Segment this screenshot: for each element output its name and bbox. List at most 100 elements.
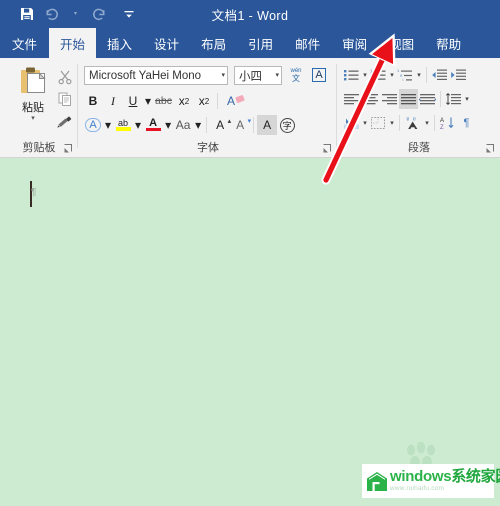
- paragraph-row-1: ▾ 1 2 3 ▾ 1 a i ▾: [342, 65, 468, 85]
- tab-help[interactable]: 帮助: [425, 28, 472, 58]
- watermark-brand: windows系统家园: [390, 469, 500, 484]
- borders-button[interactable]: [369, 113, 388, 133]
- clear-formatting-button[interactable]: A: [221, 91, 245, 111]
- highlight-color-button[interactable]: ab: [113, 115, 133, 135]
- ribbon: 粘贴 ▾ 剪贴板 Microsoft YaHei Mono ▾ 小四 ▾ wén…: [0, 58, 500, 158]
- tab-layout[interactable]: 布局: [190, 28, 237, 58]
- word-window: ▾ 文档1 - Word 文件 开始 插入 设计 布局 引用 邮件 审阅 视图 …: [0, 0, 500, 506]
- tab-view[interactable]: 视图: [378, 28, 425, 58]
- tab-insert[interactable]: 插入: [96, 28, 143, 58]
- line-spacing-dropdown-icon[interactable]: ▾: [463, 89, 471, 109]
- font-name-dropdown-icon[interactable]: ▾: [221, 72, 225, 79]
- clipboard-dialog-launcher-icon[interactable]: [63, 143, 74, 154]
- watermark-url: www.ruihaifu.com: [390, 485, 445, 493]
- svg-text:3: 3: [370, 77, 373, 82]
- watermark-brand-en: windows: [390, 468, 452, 486]
- borders-dropdown-icon[interactable]: ▾: [388, 113, 396, 133]
- subscript-button[interactable]: x2: [174, 91, 194, 111]
- paste-label: 粘贴: [22, 102, 44, 114]
- tab-home[interactable]: 开始: [49, 28, 97, 58]
- increase-indent-button[interactable]: [449, 65, 468, 85]
- house-logo-icon: [366, 471, 388, 492]
- italic-button[interactable]: I: [103, 91, 123, 111]
- paste-dropdown-icon[interactable]: ▾: [31, 115, 35, 122]
- copy-button[interactable]: [55, 88, 75, 110]
- enclose-characters-button[interactable]: 字: [277, 115, 297, 135]
- watermark-text: windows系统家园 www.ruihaifu.com: [390, 469, 500, 493]
- justify-button[interactable]: [399, 89, 418, 109]
- tab-review[interactable]: 审阅: [331, 28, 378, 58]
- font-size-dropdown-icon[interactable]: ▾: [275, 72, 279, 79]
- paragraph-group-label: 段落: [408, 142, 430, 154]
- text-effects-dropdown-icon[interactable]: ▾: [103, 115, 113, 135]
- align-center-button[interactable]: [361, 89, 380, 109]
- undo-dropdown-icon[interactable]: ▾: [64, 3, 86, 25]
- font-color-button[interactable]: A: [143, 115, 163, 135]
- change-case-button[interactable]: Aa: [173, 115, 193, 135]
- bold-button[interactable]: B: [83, 91, 103, 111]
- multilevel-list-dropdown-icon[interactable]: ▾: [415, 65, 423, 85]
- format-painter-button[interactable]: [55, 110, 75, 132]
- tab-design[interactable]: 设计: [143, 28, 190, 58]
- align-right-button[interactable]: [380, 89, 399, 109]
- save-icon[interactable]: [16, 3, 38, 25]
- svg-text:A: A: [440, 118, 444, 124]
- tab-file[interactable]: 文件: [0, 28, 49, 58]
- decrease-indent-button[interactable]: [430, 65, 449, 85]
- highlight-color-dropdown-icon[interactable]: ▾: [133, 115, 143, 135]
- distribute-button[interactable]: [418, 89, 437, 109]
- font-group-label: 字体: [197, 142, 219, 154]
- bullets-button[interactable]: [342, 65, 361, 85]
- watermark-logo: windows系统家园 www.ruihaifu.com: [362, 464, 500, 498]
- font-size-value: 小四: [239, 70, 262, 83]
- tab-mailings[interactable]: 邮件: [284, 28, 331, 58]
- watermark-brand-cn: 系统家园: [451, 468, 500, 486]
- paragraph-row-3: ▾ ▾ ɐ ɐ ▾ A Z ¶: [342, 113, 476, 133]
- numbering-button[interactable]: 1 2 3: [369, 65, 388, 85]
- align-left-button[interactable]: [342, 89, 361, 109]
- ribbon-group-paragraph: ▾ 1 2 3 ▾ 1 a i ▾ ▾ ▾ ▾ ɐ ɐ ▾ A Z ¶ 段落: [338, 58, 500, 158]
- font-color-dropdown-icon[interactable]: ▾: [163, 115, 173, 135]
- underline-button[interactable]: U: [123, 91, 143, 111]
- line-spacing-button[interactable]: [444, 89, 463, 109]
- paragraph-row-2: ▾: [342, 89, 471, 109]
- redo-icon[interactable]: [88, 3, 110, 25]
- ribbon-group-clipboard: 粘贴 ▾ 剪贴板: [0, 58, 78, 158]
- cut-button[interactable]: [55, 66, 75, 88]
- font-dialog-launcher-icon[interactable]: [322, 143, 333, 154]
- paragraph-dialog-launcher-icon[interactable]: [485, 143, 496, 154]
- underline-dropdown-icon[interactable]: ▾: [143, 91, 153, 111]
- shading-button[interactable]: [342, 113, 361, 133]
- grow-font-button[interactable]: A ▴: [210, 115, 231, 135]
- phonetic-guide-button[interactable]: wén 文: [286, 65, 306, 85]
- numbering-dropdown-icon[interactable]: ▾: [388, 65, 396, 85]
- font-row-3: A ▾ ab ▾ A ▾ Aa ▾ A ▴ A ▾ A 字: [83, 114, 297, 136]
- paste-button[interactable]: 粘贴 ▾: [11, 64, 55, 122]
- svg-text:i: i: [403, 77, 404, 82]
- svg-text:ɐ: ɐ: [413, 117, 416, 123]
- show-formatting-marks-button[interactable]: ¶: [457, 113, 476, 133]
- ribbon-group-font: Microsoft YaHei Mono ▾ 小四 ▾ wén 文 A B I …: [79, 58, 337, 158]
- undo-icon[interactable]: [40, 3, 62, 25]
- strikethrough-button[interactable]: abc: [153, 91, 174, 111]
- multilevel-list-button[interactable]: 1 a i: [396, 65, 415, 85]
- bullets-dropdown-icon[interactable]: ▾: [361, 65, 369, 85]
- title-bar: ▾ 文档1 - Word: [0, 0, 500, 28]
- pinyin-guide-button[interactable]: ɐ ɐ: [403, 113, 423, 133]
- sort-button[interactable]: A Z: [438, 113, 457, 133]
- tab-references[interactable]: 引用: [237, 28, 284, 58]
- text-effects-button[interactable]: A: [83, 115, 103, 135]
- superscript-button[interactable]: x2: [194, 91, 214, 111]
- paste-icon: [16, 64, 50, 98]
- font-name-combobox[interactable]: Microsoft YaHei Mono ▾: [84, 66, 228, 85]
- shrink-font-button[interactable]: A ▾: [230, 115, 251, 135]
- character-border-button[interactable]: A: [309, 65, 329, 85]
- font-size-combobox[interactable]: 小四 ▾: [234, 66, 282, 85]
- character-shading-button[interactable]: A: [257, 115, 278, 135]
- quick-access-toolbar: ▾: [0, 3, 140, 25]
- customize-qat-icon[interactable]: [118, 3, 140, 25]
- shading-dropdown-icon[interactable]: ▾: [361, 113, 369, 133]
- pinyin-guide-dropdown-icon[interactable]: ▾: [423, 113, 431, 133]
- watermark: windows系统家园 www.ruihaifu.com: [352, 441, 500, 506]
- change-case-dropdown-icon[interactable]: ▾: [193, 115, 203, 135]
